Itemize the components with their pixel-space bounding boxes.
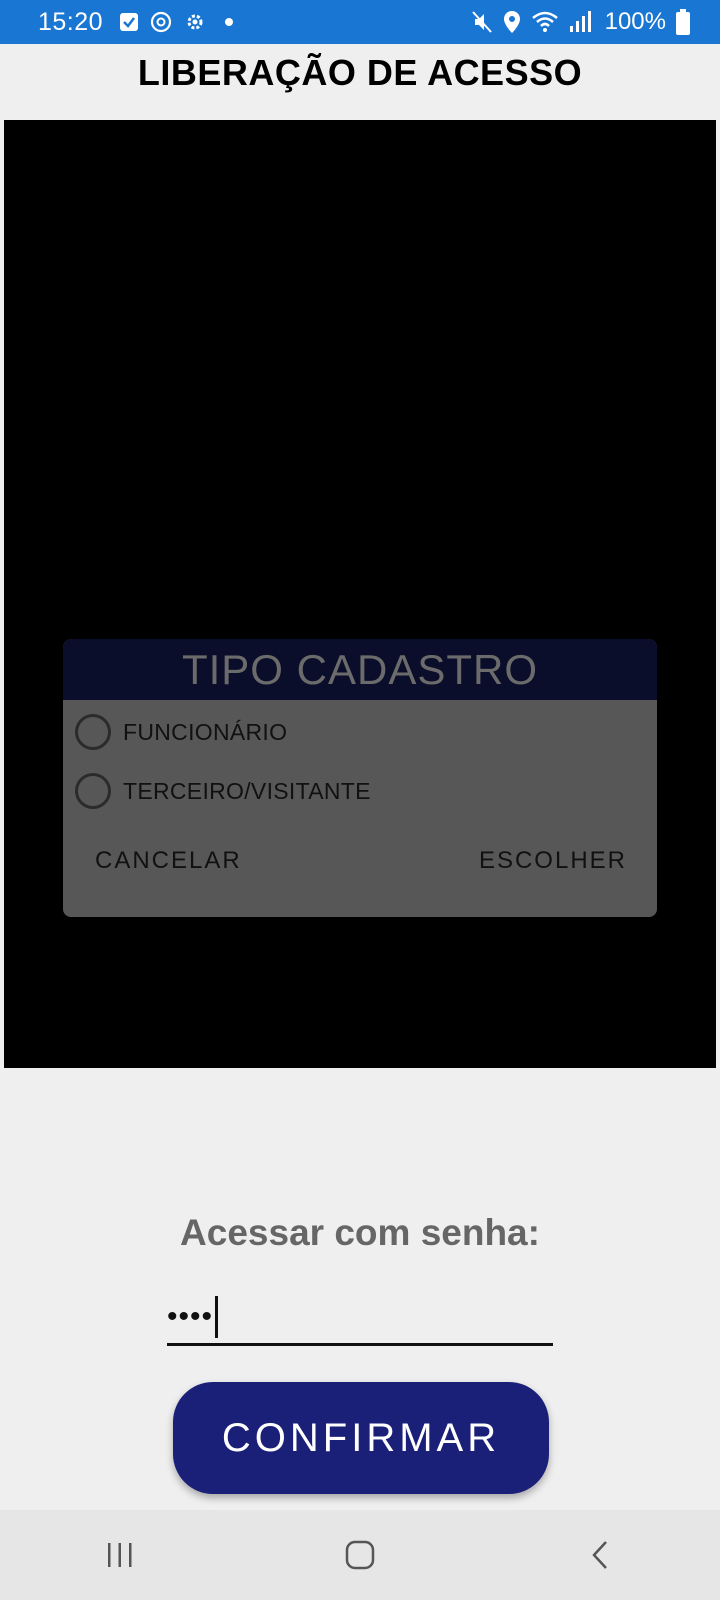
status-bar: 15:20 100% (0, 0, 720, 44)
choose-button[interactable]: ESCOLHER (479, 836, 627, 886)
cancel-button[interactable]: CANCELAR (95, 836, 242, 886)
radio-option-terceiro-visitante[interactable]: TERCEIRO/VISITANTE (75, 766, 371, 816)
back-icon[interactable] (560, 1525, 640, 1585)
text-cursor (215, 1295, 219, 1338)
radio-label: FUNCIONÁRIO (123, 718, 288, 745)
dialog-title: TIPO CADASTRO (63, 639, 657, 700)
home-icon[interactable] (320, 1525, 400, 1585)
status-right: 100% (471, 8, 690, 36)
signal-icon (569, 10, 591, 34)
status-left: 15:20 (38, 7, 234, 37)
checkbox-icon (119, 12, 139, 32)
password-label: Acessar com senha: (180, 1212, 540, 1253)
mute-icon (471, 10, 493, 34)
tipo-cadastro-dialog: TIPO CADASTRO FUNCIONÁRIO TERCEIRO/VISIT… (63, 639, 657, 917)
settings-icon (183, 10, 207, 34)
radio-button-icon[interactable] (75, 714, 111, 750)
status-time: 15:20 (38, 7, 104, 36)
battery-percent: 100% (604, 8, 666, 35)
battery-icon (676, 9, 690, 35)
recent-apps-icon[interactable] (80, 1525, 160, 1585)
location-icon (503, 10, 521, 34)
radio-label: TERCEIRO/VISITANTE (123, 777, 371, 804)
wifi-icon (531, 10, 559, 34)
screen: 15:20 100% LIBERAÇÃO DE ACESSO TIPO CADA… (0, 0, 720, 1600)
navigation-bar (0, 1510, 720, 1600)
page-title: LIBERAÇÃO DE ACESSO (137, 52, 583, 93)
confirm-button[interactable]: CONFIRMAR (173, 1382, 549, 1494)
radio-option-funcionario[interactable]: FUNCIONÁRIO (75, 707, 287, 757)
sync-icon (149, 10, 173, 34)
dot-icon (225, 18, 234, 26)
password-value: •••• (167, 1299, 214, 1333)
password-input[interactable]: •••• (167, 1290, 553, 1346)
camera-preview (4, 120, 716, 1068)
radio-button-icon[interactable] (75, 773, 111, 809)
